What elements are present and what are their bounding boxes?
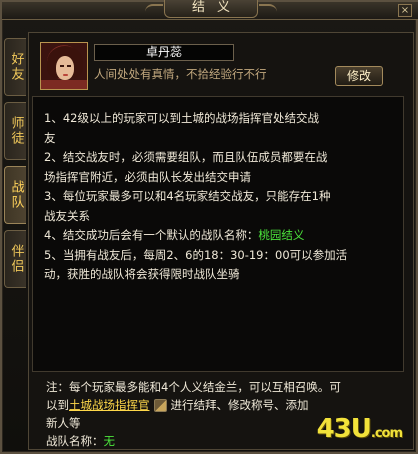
note-line: 注：每个玩家最多能和4个人义结金兰，可以互相召唤。可	[46, 380, 341, 394]
sworn-brotherhood-window: 结义 × 好友 师徒 战队 伴侣 卓丹蕊 人间处处有真情，不拾经验行不行 修改 …	[0, 0, 418, 454]
player-motto: 人间处处有真情，不拾经验行不行	[94, 67, 267, 81]
note-text: 以到	[46, 398, 69, 412]
rule-line: 战友关系	[44, 208, 90, 223]
rule-line: 1、42级以上的玩家可以到土城的战场指挥官处结交战	[44, 111, 319, 125]
tab-team[interactable]: 战队	[4, 166, 26, 224]
site-watermark-logo: 43U.com	[316, 414, 403, 444]
player-avatar	[40, 42, 88, 90]
rule-line: 5、当拥有战友后，每周2、6的18：30-19：00可以参加活	[44, 247, 348, 262]
rule-line: 2、结交战友时，必须需要组队，而且队伍成员都要在战	[44, 150, 328, 164]
rule-line: 4、结交成功后会有一个默认的战队名称：桃园结义	[44, 226, 395, 246]
tab-mentor[interactable]: 师徒	[4, 102, 26, 160]
rule-line: 3、每位玩家最多可以和4名玩家结交战友，只能存在1种	[44, 189, 331, 203]
note-text: 进行结拜、修改称号、添加	[170, 398, 309, 412]
rule-text: 4、结交成功后会有一个默认的战队名称：	[44, 228, 259, 242]
watermark-main: 43U	[316, 414, 372, 444]
battlefield-commander-link[interactable]: 土城战场指挥官	[69, 398, 150, 412]
watermark-suffix: .com	[370, 426, 403, 441]
note-section: 注：每个玩家最多能和4个人义结金兰，可以互相召唤。可 以到土城战场指挥官 进行结拜…	[46, 378, 356, 450]
title-bar[interactable]: 结义 ×	[2, 0, 418, 20]
rule-line: 动，获胜的战队将会获得限时战队坐骑	[44, 267, 240, 281]
tab-partner[interactable]: 伴侣	[4, 230, 26, 288]
modify-button[interactable]: 修改	[335, 66, 383, 86]
rule-line: 场指挥官附近，必须由队长发出结交申请	[44, 169, 251, 184]
close-button[interactable]: ×	[398, 4, 412, 17]
team-name-value: 无	[103, 434, 116, 448]
window-title: 结义	[145, 0, 277, 18]
rules-text-box: 1、42级以上的玩家可以到土城的战场指挥官处结交战 友 2、结交战友时，必须需要…	[32, 96, 404, 372]
default-team-name: 桃园结义	[258, 228, 305, 242]
team-name-row: 战队名称：无	[46, 432, 356, 450]
team-name-label: 战队名称：	[46, 434, 104, 448]
tab-friends[interactable]: 好友	[4, 38, 26, 96]
navigate-flag-icon[interactable]	[153, 399, 167, 412]
rule-line: 友	[44, 130, 56, 145]
note-line: 新人等	[46, 416, 81, 430]
note-line: 以到土城战场指挥官 进行结拜、修改称号、添加	[46, 396, 356, 414]
player-name: 卓丹蕊	[94, 44, 234, 61]
